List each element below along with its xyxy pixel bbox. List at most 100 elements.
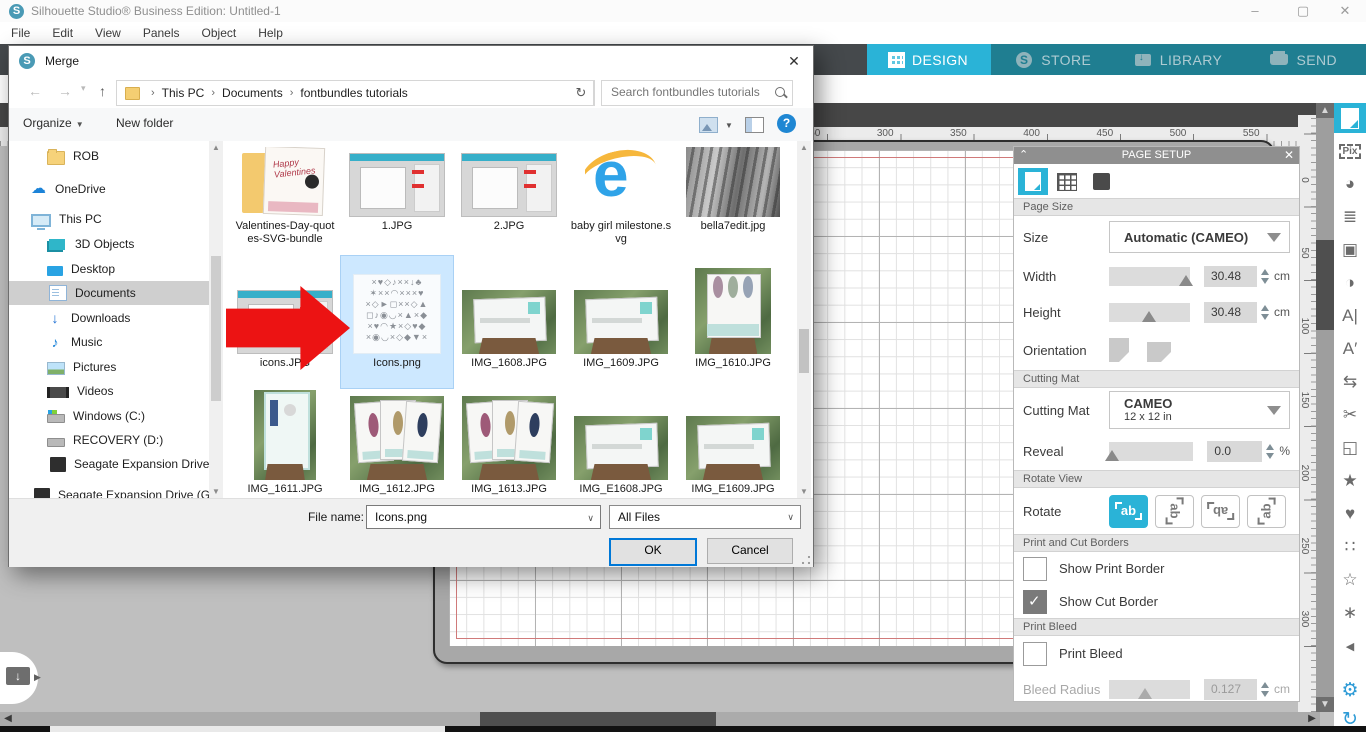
sidebar-item-downloads[interactable]: ↓ Downloads xyxy=(9,306,209,330)
sidebar-item-rob[interactable]: ROB xyxy=(9,144,209,168)
vertical-scrollbar[interactable]: ▲ ▼ xyxy=(1316,103,1334,712)
horizontal-scrollbar[interactable]: ◀ ▶ xyxy=(0,712,1320,726)
change-view-icon[interactable] xyxy=(699,117,718,133)
collapse-panel-icon[interactable]: ◀ xyxy=(1334,631,1366,661)
rhinestone-tool-icon[interactable]: ∷ xyxy=(1334,532,1366,562)
slider-thumb-icon[interactable] xyxy=(1142,310,1157,322)
modify-tool-icon[interactable]: ◱ xyxy=(1334,433,1366,463)
sidebar-item-this-pc[interactable]: This PC xyxy=(9,207,209,231)
size-dropdown[interactable]: Automatic (CAMEO) xyxy=(1109,221,1290,253)
tab-store[interactable]: S STORE xyxy=(992,44,1116,75)
mat-tab[interactable] xyxy=(1086,168,1116,195)
sidebar-item-music[interactable]: ♪ Music xyxy=(9,330,209,354)
refresh-icon[interactable]: ↻ xyxy=(569,80,594,106)
print-bleed-checkbox[interactable] xyxy=(1023,641,1047,666)
back-icon[interactable]: ← xyxy=(28,83,42,99)
scroll-up-icon[interactable]: ▲ xyxy=(797,143,811,152)
rotate-0-button[interactable]: ab xyxy=(1109,494,1148,528)
menu-item-panels[interactable]: Panels xyxy=(132,22,191,44)
breadcrumb[interactable]: › This PC › Documents › fontbundles tutorial… xyxy=(116,80,595,106)
sidebar-item-windows-c-[interactable]: Windows (C:) xyxy=(9,404,209,428)
close-button[interactable]: ✕ xyxy=(1330,2,1360,20)
file-item-1-jpg[interactable]: 1.JPG xyxy=(341,143,453,256)
file-item-2-jpg[interactable]: 2.JPG xyxy=(453,143,565,256)
preferences-gear-icon[interactable]: ⚙ xyxy=(1334,675,1366,705)
tab-library[interactable]: LIBRARY xyxy=(1117,44,1241,75)
height-stepper[interactable] xyxy=(1261,304,1269,320)
shape-effect-tool-icon[interactable]: ▣ xyxy=(1334,235,1366,265)
breadcrumb-item[interactable]: This PC xyxy=(159,86,208,100)
show-print-border-checkbox[interactable] xyxy=(1023,556,1047,581)
menu-item-object[interactable]: Object xyxy=(191,22,248,44)
rotate-270-button[interactable]: ab xyxy=(1247,494,1286,528)
library-flyout-tab[interactable]: ↓ ▶ xyxy=(0,652,41,704)
trim-tool-icon[interactable]: ✂ xyxy=(1334,400,1366,430)
scroll-up-icon[interactable]: ▲ xyxy=(1316,103,1334,118)
slider-thumb-icon[interactable] xyxy=(1138,687,1153,699)
organize-button[interactable]: Organize ▼ xyxy=(23,116,84,130)
file-item-img-1611-jpg[interactable]: IMG_1611.JPG xyxy=(229,388,341,499)
scroll-right-icon[interactable]: ▶ xyxy=(1304,712,1320,726)
horizontal-scroll-thumb[interactable] xyxy=(480,712,716,726)
file-item-bella7edit-jpg[interactable]: bella7edit.jpg xyxy=(677,143,789,256)
file-item-baby-girl-milestone-svg[interactable]: e baby girl milestone.svg xyxy=(565,143,677,256)
vertical-scroll-thumb[interactable] xyxy=(1316,240,1334,330)
menu-item-view[interactable]: View xyxy=(84,22,132,44)
new-folder-button[interactable]: New folder xyxy=(116,116,173,130)
width-stepper[interactable] xyxy=(1261,268,1269,284)
sidebar-scroll-thumb[interactable] xyxy=(211,256,221,401)
shading-tool-icon[interactable]: ◑ xyxy=(1334,268,1366,298)
menu-item-help[interactable]: Help xyxy=(247,22,294,44)
file-scroll-thumb[interactable] xyxy=(799,329,809,373)
sidebar-item-videos[interactable]: Videos xyxy=(9,379,209,403)
up-icon[interactable]: ↑ xyxy=(99,83,106,99)
panel-collapse-icon[interactable]: ⌃ xyxy=(1019,147,1028,164)
sidebar-item-3d-objects[interactable]: 3D Objects xyxy=(9,232,209,256)
bleed-radius-slider[interactable] xyxy=(1109,679,1190,699)
slider-thumb-icon[interactable] xyxy=(1104,449,1119,461)
file-name-combobox[interactable]: ∨ xyxy=(366,505,601,529)
panel-close-icon[interactable]: ✕ xyxy=(1284,147,1294,164)
scroll-up-icon[interactable]: ▲ xyxy=(209,143,223,152)
rotate-90-button[interactable]: ab xyxy=(1155,494,1194,528)
sidebar-item-onedrive[interactable]: ☁ OneDrive xyxy=(9,177,209,201)
page-setup-tool-icon[interactable] xyxy=(1334,103,1366,133)
file-item-img-1613-jpg[interactable]: IMG_1613.JPG xyxy=(453,388,565,499)
file-item-img-1610-jpg[interactable]: IMG_1610.JPG xyxy=(677,256,789,388)
tab-design[interactable]: DESIGN xyxy=(867,44,991,75)
view-options-chevron-icon[interactable]: ▼ xyxy=(725,121,733,130)
scroll-down-icon[interactable]: ▼ xyxy=(209,487,223,496)
landscape-orientation-icon[interactable] xyxy=(1147,342,1171,362)
fill-color-tool-icon[interactable]: ◕ xyxy=(1334,169,1366,199)
scroll-down-icon[interactable]: ▼ xyxy=(1316,697,1334,712)
search-box[interactable] xyxy=(601,80,793,106)
forward-icon[interactable]: → xyxy=(58,83,72,99)
cancel-button[interactable]: Cancel xyxy=(707,538,793,564)
sidebar-item-recovery-d-[interactable]: RECOVERY (D:) xyxy=(9,428,209,452)
file-item-img-e1609-jpg[interactable]: IMG_E1609.JPG xyxy=(677,388,789,499)
preview-pane-icon[interactable] xyxy=(745,117,764,133)
rotate-180-button[interactable]: ab xyxy=(1201,494,1240,528)
file-list-scrollbar[interactable]: ▲ ▼ xyxy=(797,141,811,498)
kerning-tool-icon[interactable]: ⇆ xyxy=(1334,367,1366,397)
offset-tool-icon[interactable]: ★ xyxy=(1334,466,1366,496)
file-type-dropdown[interactable]: All Files ∨ xyxy=(609,505,801,529)
help-icon[interactable]: ? xyxy=(777,114,796,133)
file-item-img-e1608-jpg[interactable]: IMG_E1608.JPG xyxy=(565,388,677,499)
chevron-down-icon[interactable]: ∨ xyxy=(587,513,594,524)
page-size-tab[interactable] xyxy=(1018,168,1048,195)
menu-item-file[interactable]: File xyxy=(0,22,41,44)
slider-thumb-icon[interactable] xyxy=(1178,274,1193,286)
file-name-input[interactable] xyxy=(373,509,577,525)
file-item-img-1608-jpg[interactable]: IMG_1608.JPG xyxy=(453,256,565,388)
puzzle-tool-icon[interactable]: ∗ xyxy=(1334,598,1366,628)
reveal-stepper[interactable] xyxy=(1266,443,1275,459)
file-item-icons-png[interactable]: ×♥◇♪××↓♣ ✶××◠×××♥ ×◇►◻××◇▲ ◻♪◉◡×▲×◆ ×♥◠★×◇♥◆… xyxy=(340,255,454,389)
text-style-tool-icon[interactable]: A| xyxy=(1334,301,1366,331)
search-input[interactable] xyxy=(609,84,768,100)
width-slider[interactable] xyxy=(1109,266,1193,286)
maximize-button[interactable]: ▢ xyxy=(1288,2,1318,20)
stamp-tool-icon[interactable]: ♥ xyxy=(1334,499,1366,529)
file-item-img-1609-jpg[interactable]: IMG_1609.JPG xyxy=(565,256,677,388)
pixscape-tool-icon[interactable]: Pix xyxy=(1334,136,1366,166)
